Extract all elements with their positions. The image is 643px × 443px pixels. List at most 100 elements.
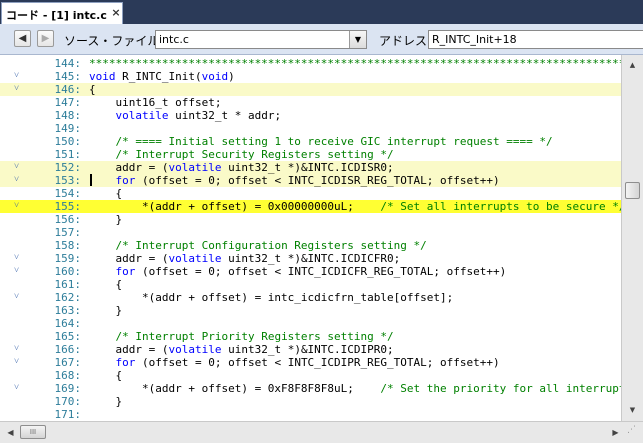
line-number: 155:	[54, 200, 82, 213]
document-tab-bar: コード - [1] intc.c ×	[0, 0, 643, 24]
back-button[interactable]: ◀	[14, 30, 31, 47]
code-line[interactable]: 149:	[0, 122, 621, 135]
line-number: 166:	[54, 343, 82, 356]
code-text: uint16_t offset;	[89, 96, 221, 109]
code-token: )	[228, 70, 235, 83]
code-editor[interactable]: 144: ************************************…	[0, 55, 621, 421]
comment-token: /* ==== Initial setting 1 to receive GIC…	[115, 135, 553, 148]
source-file-select[interactable]: intc.c ▼	[155, 30, 367, 49]
code-line[interactable]: 150: /* ==== Initial setting 1 to receiv…	[0, 135, 621, 148]
comment-token: ****************************************…	[89, 57, 621, 70]
code-token: addr = (	[89, 161, 169, 174]
code-token: uint16_t offset;	[89, 96, 222, 109]
vertical-scroll-thumb[interactable]	[625, 182, 640, 199]
code-text: addr = (volatile uint32_t *)&INTC.ICDISR…	[89, 161, 393, 174]
code-line[interactable]: ˅ 166: addr = (volatile uint32_t *)&INTC.…	[0, 343, 621, 356]
code-token: *(addr + offset) = 0xF8F8F8F8uL;	[89, 382, 381, 395]
code-token: addr = (	[89, 252, 169, 265]
code-line[interactable]: ˅ 159: addr = (volatile uint32_t *)&INTC.…	[0, 252, 621, 265]
code-token: uint32_t *)&INTC.ICDICFR0;	[221, 252, 401, 265]
code-line[interactable]: 168: {	[0, 369, 621, 382]
code-line[interactable]: 151: /* Interrupt Security Registers set…	[0, 148, 621, 161]
code-line[interactable]: ˅ 145: void R_INTC_Init(void)	[0, 70, 621, 83]
fold-chevron-icon[interactable]: ˅	[14, 83, 22, 96]
vertical-scrollbar[interactable]: ▲ ▼	[621, 55, 643, 421]
code-line[interactable]: ˅ 153: for (offset = 0; offset < INTC_ICD…	[0, 174, 621, 187]
address-value: R_INTC_Init+18	[432, 33, 517, 46]
line-number: 153:	[54, 174, 82, 187]
code-text: /* Interrupt Priority Registers setting …	[89, 330, 394, 343]
fold-chevron-icon[interactable]: ˅	[14, 200, 22, 213]
code-line[interactable]: ˅ 146: {	[0, 83, 621, 96]
tab-code-intc[interactable]: コード - [1] intc.c ×	[1, 2, 123, 24]
scroll-left-icon[interactable]: ◀	[3, 425, 18, 440]
code-line[interactable]: 144: ************************************…	[0, 57, 622, 70]
fold-chevron-icon[interactable]: ˅	[14, 70, 22, 83]
code-line[interactable]: 165: /* Interrupt Priority Registers set…	[0, 330, 621, 343]
dropdown-arrow-icon[interactable]: ▼	[349, 31, 366, 48]
code-token: {	[89, 369, 123, 382]
code-line[interactable]: ˅ 160: for (offset = 0; offset < INTC_ICD…	[0, 265, 621, 278]
code-line[interactable]: ˅ 155: *(addr + offset) = 0x00000000uL; /…	[0, 200, 621, 213]
comment-token: /* Interrupt Configuration Registers set…	[115, 239, 427, 252]
scroll-right-icon[interactable]: ▶	[608, 425, 623, 440]
forward-button[interactable]: ▶	[37, 30, 54, 47]
code-text: {	[89, 278, 122, 291]
line-number: 162:	[54, 291, 82, 304]
fold-chevron-icon[interactable]: ˅	[14, 161, 22, 174]
text-caret	[90, 174, 92, 186]
code-line[interactable]: ˅ 167: for (offset = 0; offset < INTC_ICD…	[0, 356, 621, 369]
code-text: }	[89, 213, 122, 226]
code-line[interactable]: 164:	[0, 317, 621, 330]
fold-chevron-icon[interactable]: ˅	[14, 356, 22, 369]
code-line[interactable]: 147: uint16_t offset;	[0, 96, 621, 109]
code-line[interactable]: ˅ 152: addr = (volatile uint32_t *)&INTC.…	[0, 161, 621, 174]
fold-chevron-icon[interactable]: ˅	[14, 382, 22, 395]
code-line[interactable]: 157:	[0, 226, 621, 239]
keyword-token: volatile	[168, 161, 222, 174]
fold-chevron-icon[interactable]: ˅	[14, 174, 22, 187]
code-token: {	[89, 187, 123, 200]
code-text: *(addr + offset) = 0xF8F8F8F8uL; /* Set …	[89, 382, 621, 395]
line-number: 157:	[54, 226, 82, 239]
code-token: (offset = 0; offset < INTC_ICDIPR_REG_TO…	[135, 356, 500, 369]
keyword-token: volatile	[168, 252, 222, 265]
scroll-down-icon[interactable]: ▼	[625, 403, 640, 418]
line-number: 156:	[54, 213, 82, 226]
line-number: 167:	[54, 356, 82, 369]
code-text: /* Interrupt Configuration Registers set…	[89, 239, 427, 252]
code-line[interactable]: 163: }	[0, 304, 621, 317]
horizontal-scroll-thumb[interactable]: III	[20, 425, 46, 439]
code-line[interactable]: 170: }	[0, 395, 621, 408]
scroll-up-icon[interactable]: ▲	[625, 58, 640, 73]
line-number: 154:	[54, 187, 82, 200]
code-line[interactable]: 148: volatile uint32_t * addr;	[0, 109, 621, 122]
code-line[interactable]: ˅ 162: *(addr + offset) = intc_icdicfrn_t…	[0, 291, 621, 304]
fold-chevron-icon[interactable]: ˅	[14, 265, 22, 278]
keyword-token: for	[115, 265, 136, 278]
code-line[interactable]: 161: {	[0, 278, 621, 291]
code-line[interactable]: 156: }	[0, 213, 621, 226]
code-line[interactable]: 171:	[0, 408, 621, 421]
fold-chevron-icon[interactable]: ˅	[14, 252, 22, 265]
code-token: (offset = 0; offset < INTC_ICDICFR_REG_T…	[135, 265, 507, 278]
line-number: 159:	[54, 252, 82, 265]
code-text: void R_INTC_Init(void)	[89, 70, 235, 83]
fold-chevron-icon[interactable]: ˅	[14, 291, 22, 304]
horizontal-scrollbar[interactable]: ◀ III ▶ ⋰	[0, 421, 643, 443]
code-line[interactable]: 154: {	[0, 187, 621, 200]
code-text: for (offset = 0; offset < INTC_ICDISR_RE…	[89, 174, 500, 187]
close-tab-icon[interactable]: ×	[109, 5, 123, 21]
line-number: 158:	[54, 239, 82, 252]
line-number: 160:	[54, 265, 82, 278]
resize-grip-icon[interactable]: ⋰	[627, 425, 641, 440]
code-line[interactable]: ˅ 169: *(addr + offset) = 0xF8F8F8F8uL; /…	[0, 382, 621, 395]
address-input[interactable]: R_INTC_Init+18	[428, 30, 643, 49]
code-line[interactable]: 158: /* Interrupt Configuration Register…	[0, 239, 621, 252]
fold-chevron-icon[interactable]: ˅	[14, 343, 22, 356]
keyword-token: void	[89, 70, 116, 83]
